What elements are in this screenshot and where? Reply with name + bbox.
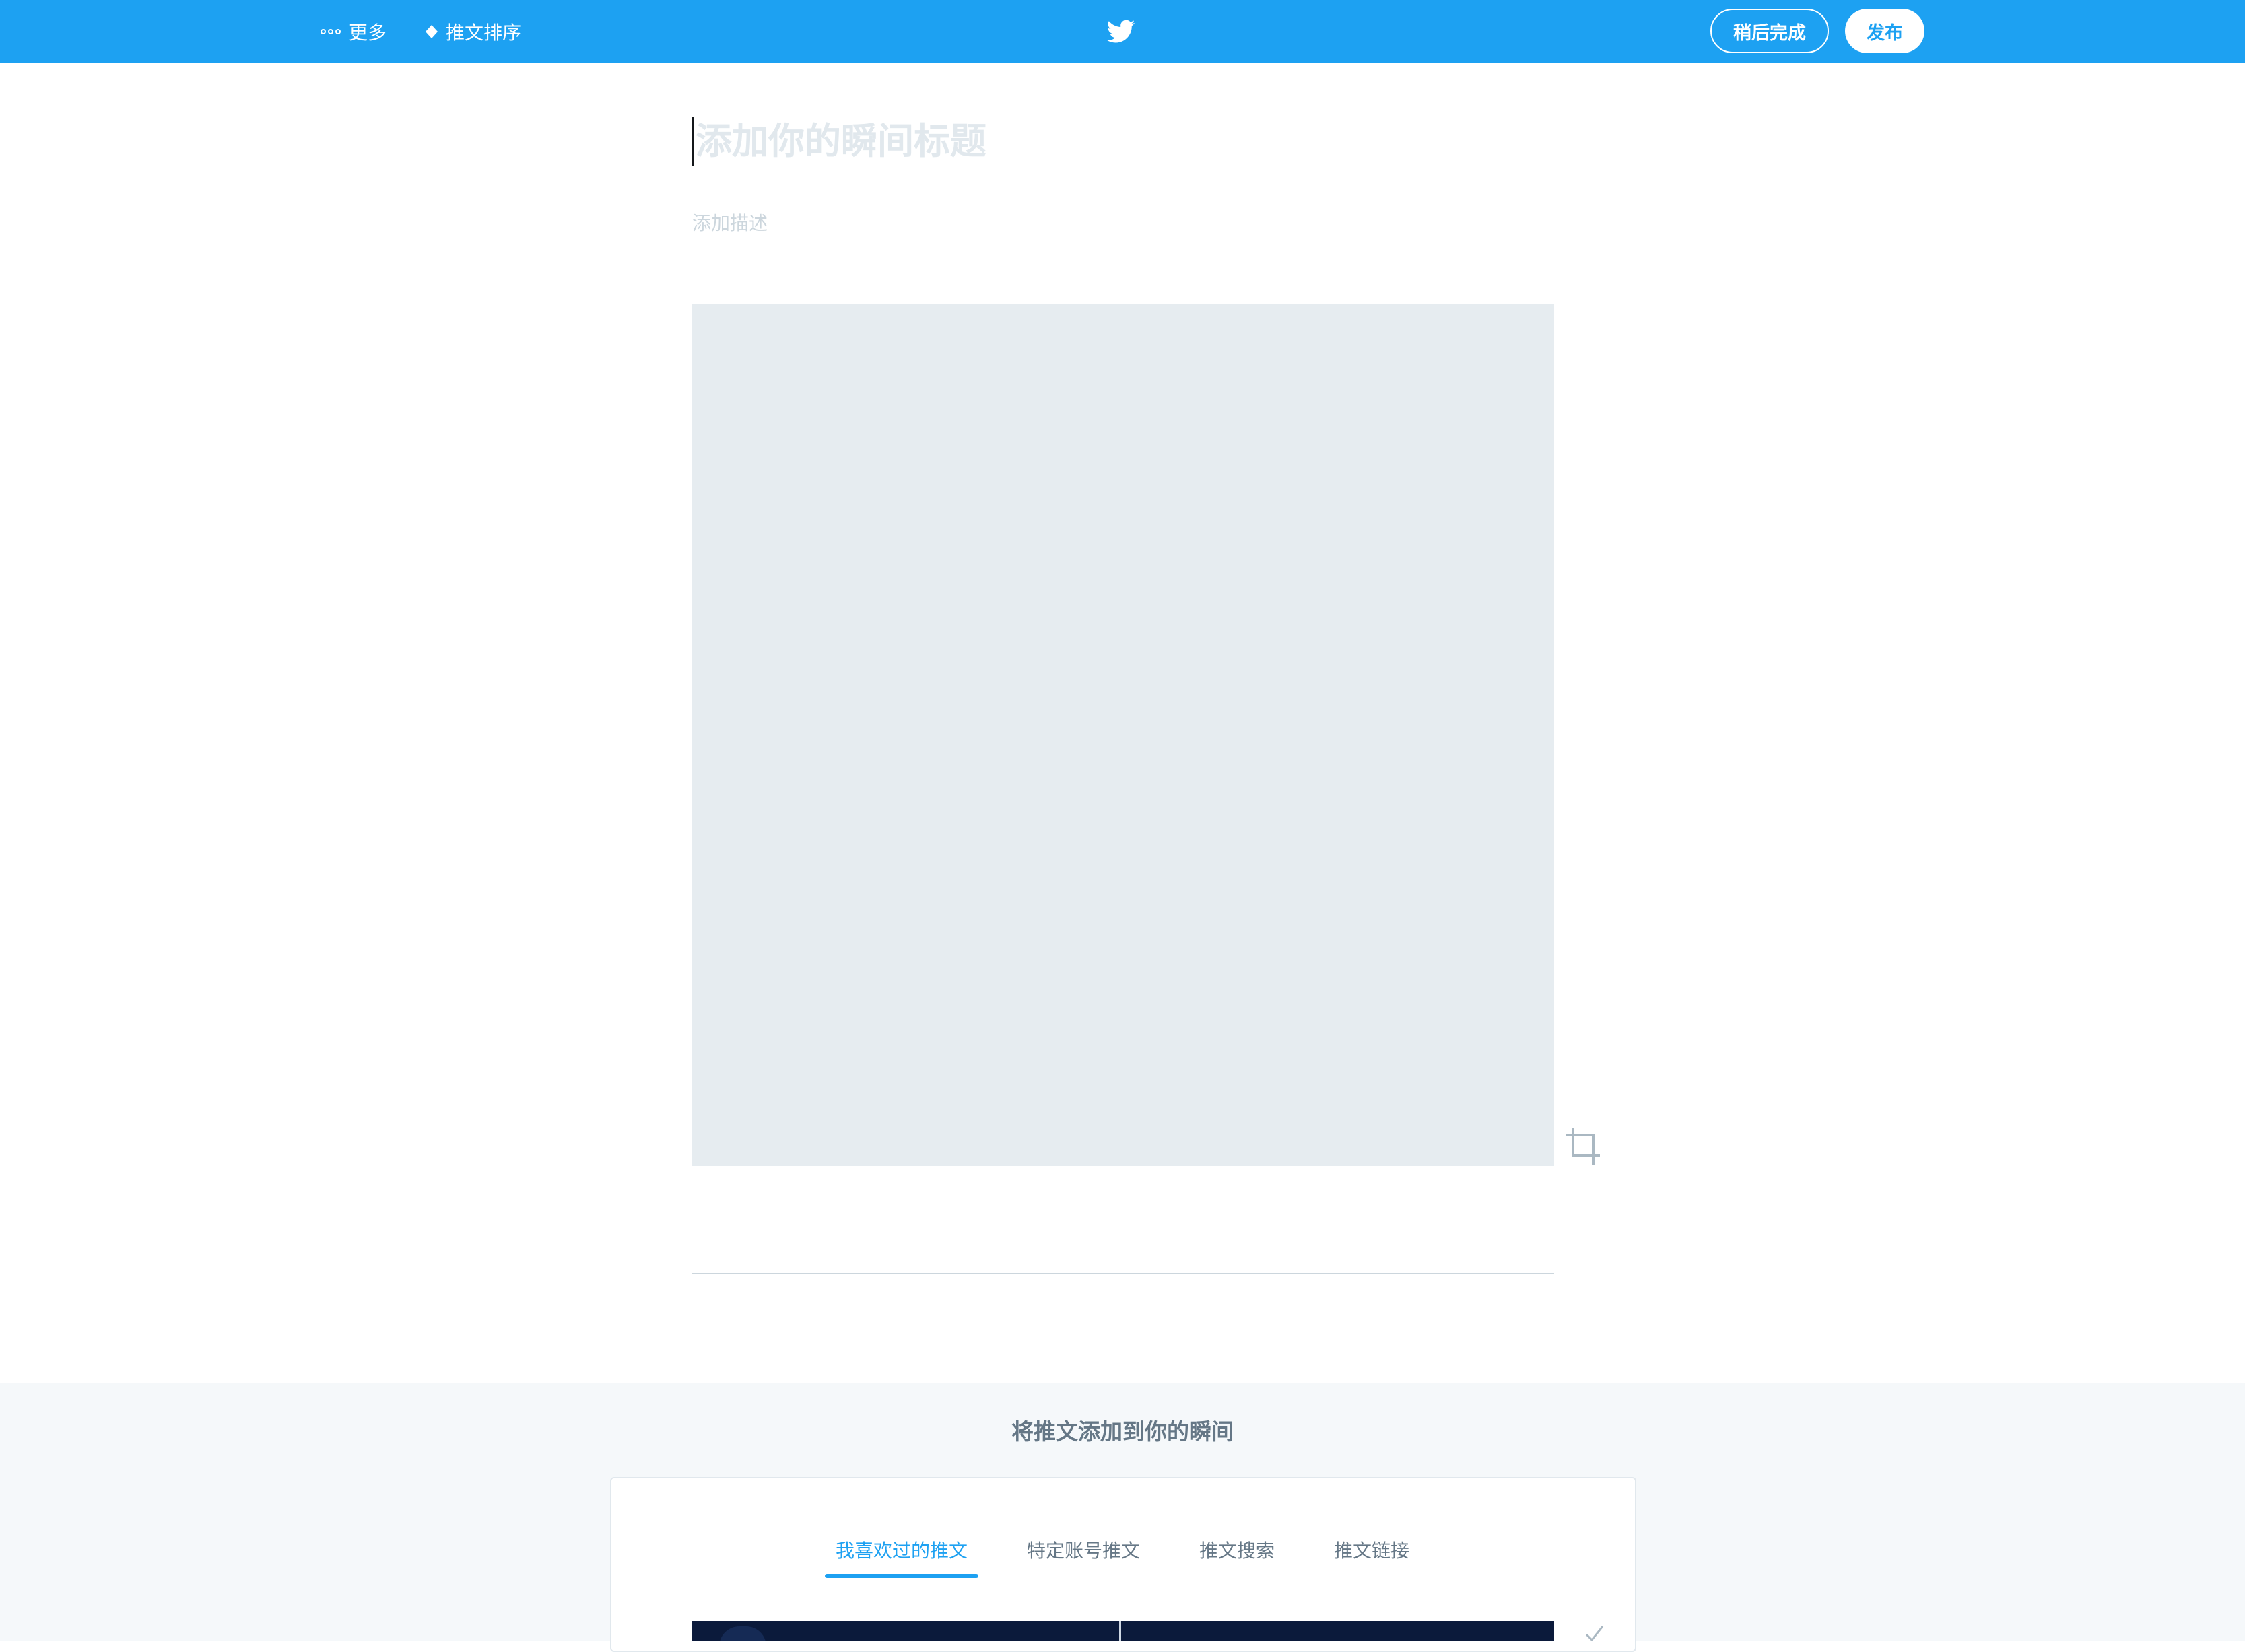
tab-liked-tweets[interactable]: 我喜欢过的推文 [824, 1535, 979, 1578]
add-tweets-heading: 将推文添加到你的瞬间 [1011, 1418, 1234, 1445]
moment-description-input[interactable]: 添加描述 [692, 210, 1554, 237]
twitter-bird-icon [1107, 20, 1135, 43]
moment-title-input[interactable]: 添加你的瞬间标题 [692, 117, 1554, 166]
crop-icon[interactable] [1564, 1126, 1605, 1167]
more-button[interactable]: 更多 [321, 18, 387, 45]
tweet-media-preview[interactable] [692, 1621, 1554, 1641]
sort-tweets-button[interactable]: 推文排序 [426, 18, 521, 45]
preview-image-split [1119, 1621, 1121, 1641]
tab-tweet-search[interactable]: 推文搜索 [1188, 1535, 1285, 1578]
more-label: 更多 [349, 22, 387, 44]
tab-tweet-link[interactable]: 推文链接 [1323, 1535, 1420, 1578]
checkmark-icon[interactable] [1584, 1622, 1604, 1641]
top-bar-left: 更多 推文排序 [321, 0, 521, 63]
editor-divider [692, 1273, 1554, 1274]
finish-later-button[interactable]: 稍后完成 [1710, 9, 1829, 53]
tab-account-tweets[interactable]: 特定账号推文 [1016, 1535, 1151, 1578]
sort-label: 推文排序 [446, 22, 522, 44]
more-dots-icon [321, 29, 341, 34]
top-bar-right: 稍后完成 发布 [1710, 8, 1924, 54]
top-bar: 更多 推文排序 稍后完成 发布 [0, 0, 2245, 63]
tweet-source-tabs: 我喜欢过的推文 特定账号推文 推文搜索 推文链接 [0, 1535, 2245, 1578]
sort-arrows-icon [426, 25, 438, 38]
cover-image-area[interactable] [692, 304, 1554, 1166]
publish-button[interactable]: 发布 [1845, 9, 1924, 53]
preview-image-shape [719, 1626, 766, 1641]
